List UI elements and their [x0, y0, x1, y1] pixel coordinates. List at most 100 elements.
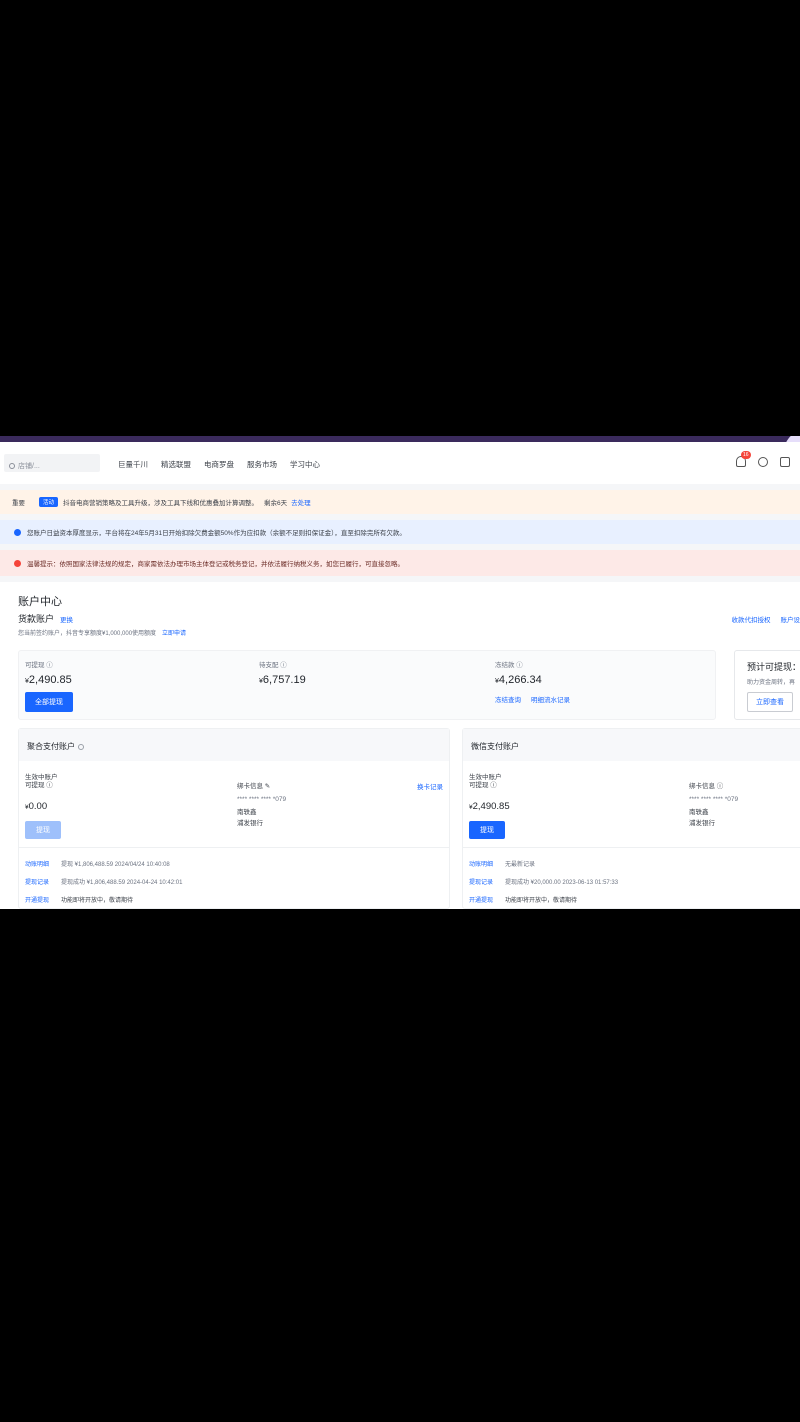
- withdrawable-value: 2,490.85: [28, 674, 72, 686]
- view-now-button[interactable]: 立即查看: [747, 692, 793, 712]
- record-value: 提现成功 ¥1,806,488.59 2024-04-24 10:42:01: [61, 879, 183, 886]
- auth-link[interactable]: 收款代扣授权: [732, 614, 771, 624]
- card-title[interactable]: 绑卡信息 ⓘ: [689, 781, 738, 792]
- warning-notice: 温馨提示：依照国家法律法规的规定，商家需依法办理市场主体登记或税务登记，并依法履…: [0, 550, 800, 576]
- flow-record-link[interactable]: 明细流水记录: [531, 694, 570, 704]
- search-input[interactable]: 店铺/...: [4, 454, 100, 472]
- balance-summary: 可提现 ⓘ ¥2,490.85 全部提现 待支配 ⓘ ¥6,757.19 冻结款…: [18, 650, 716, 720]
- account-body: 生效中账户 可提现 ⓘ ¥2,490.85 提现 绑卡信息 ⓘ **** ***…: [463, 761, 800, 847]
- account-header-title: 聚合支付账户: [27, 742, 75, 751]
- nav-item-learning[interactable]: 学习中心: [290, 459, 320, 470]
- apply-now-link[interactable]: 立即申请: [162, 628, 186, 637]
- withdrawable-balance: 可提现 ⓘ ¥2,490.85 全部提现: [25, 659, 73, 712]
- warning-notice-text: 温馨提示：依照国家法律法规的规定，商家需依法办理市场主体登记或税务登记，并依法履…: [27, 561, 404, 568]
- card-number: **** **** **** *079: [689, 796, 739, 803]
- info-notice: 您账户日益资本厚度显示，平台将在24年5月31日开始扣除欠费金额50%作为应扣款…: [0, 520, 800, 544]
- warning-icon: [14, 559, 21, 567]
- account-header: 微信支付账户: [463, 729, 800, 761]
- search-placeholder: 店铺/...: [18, 462, 40, 470]
- card-change-record-link[interactable]: 换卡记录: [417, 781, 443, 791]
- withdraw-button[interactable]: 提现: [469, 821, 505, 839]
- notice-tag: 活动: [39, 497, 59, 507]
- record-link[interactable]: 提现记录: [469, 877, 497, 886]
- page-title: 账户中心: [18, 596, 62, 608]
- card-holder: 南轶鑫: [237, 809, 257, 816]
- wechat-pay-account: 微信支付账户 生效中账户 可提现 ⓘ ¥2,490.85 提现 绑卡信息 ⓘ *…: [462, 728, 800, 909]
- list-item: 开通提现 功能即将开放中，敬请期待: [469, 890, 800, 908]
- notification-badge: 16: [741, 451, 751, 459]
- nav-item-market[interactable]: 服务市场: [247, 459, 277, 470]
- estimate-desc: 助力资金周转，再: [747, 680, 796, 686]
- pending-balance: 待支配 ⓘ ¥6,757.19: [259, 659, 306, 686]
- card-number: **** **** **** *079: [237, 796, 287, 803]
- account-type: 货款账户 更换: [18, 612, 73, 625]
- bank-card-info: 绑卡信息 ⓘ **** **** **** *079 南轶鑫 浦发银行: [689, 781, 738, 829]
- account-records: 动账明细 无最新记录 提现记录 提现成功 ¥20,000.00 2023-06-…: [463, 847, 800, 908]
- list-item: 提现记录 提现成功 ¥20,000.00 2023-06-13 01:57:33: [469, 872, 800, 890]
- download-icon[interactable]: [780, 456, 790, 467]
- account-center: 账户中心 货款账户 更换 您当前签约账户，抖音专享额度¥1,000,000使用额…: [0, 582, 800, 909]
- account-body: 生效中账户 可提现 ⓘ ¥0.00 提现 绑卡信息 ✎ **** **** **…: [19, 761, 449, 847]
- change-account-link[interactable]: 更换: [60, 614, 73, 624]
- withdraw-all-button[interactable]: 全部提现: [25, 692, 73, 712]
- nav-icons: 16: [736, 451, 790, 467]
- account-type-label: 货款账户: [18, 614, 55, 624]
- frozen-label: 冻结款 ⓘ: [495, 662, 523, 669]
- account-header-title: 微信支付账户: [471, 742, 519, 751]
- record-link[interactable]: 动账明细: [25, 859, 53, 868]
- info-notice-text: 您账户日益资本厚度显示，平台将在24年5月31日开始扣除欠费金额50%作为应扣款…: [27, 530, 406, 537]
- amount-value: 2,490.85: [472, 801, 510, 812]
- top-links: 收款代扣授权 账户设: [732, 614, 800, 624]
- nav-item-alliance[interactable]: 精选联盟: [161, 459, 191, 470]
- nav-item-qianchuan[interactable]: 巨量千川: [118, 459, 148, 470]
- record-link[interactable]: 开通提现: [469, 895, 497, 904]
- list-item: 动账明细 提现 ¥1,806,488.59 2024/04/24 10:40:0…: [25, 854, 449, 872]
- amount-value: 0.00: [28, 801, 48, 812]
- record-link[interactable]: 开通提现: [25, 895, 53, 904]
- search-icon: [9, 462, 15, 469]
- withdrawable-amount: ¥0.00: [25, 801, 47, 812]
- record-value: 提现成功 ¥20,000.00 2023-06-13 01:57:33: [505, 879, 619, 886]
- list-item: 开通提现 功能即将开放中，敬请期待: [25, 890, 449, 908]
- credit-note-text: 您当前签约账户，抖音专享额度¥1,000,000使用额度: [18, 631, 157, 637]
- nav-menu: 巨量千川 精选联盟 电商罗盘 服务市场 学习中心: [118, 459, 320, 470]
- frozen-query-link[interactable]: 冻结查询: [495, 694, 521, 704]
- list-item: 提现记录 提现成功 ¥1,806,488.59 2024-04-24 10:42…: [25, 872, 449, 890]
- notice-label: 重要: [12, 500, 25, 507]
- estimate-title: 预计可提现：: [747, 662, 800, 672]
- record-value: 功能即将开放中，敬请期待: [505, 897, 578, 904]
- withdrawable-label: 可提现 ⓘ: [469, 782, 497, 789]
- help-icon[interactable]: [78, 743, 84, 750]
- card-holder: 南轶鑫: [689, 809, 709, 816]
- card-bank: 浦发银行: [237, 820, 263, 827]
- frozen-value: 4,266.34: [498, 674, 542, 686]
- estimate-card: 预计可提现： 助力资金周转，再 立即查看: [734, 650, 800, 720]
- withdraw-button[interactable]: 提现: [25, 821, 61, 839]
- frozen-balance: 冻结款 ⓘ ¥4,266.34 冻结查询 明细流水记录: [495, 659, 570, 704]
- notice-text: 抖音电商营销策略及工具升级，涉及工具下线和优惠叠加计算调整。: [63, 500, 259, 507]
- record-value: 提现 ¥1,806,488.59 2024/04/24 10:40:08: [61, 861, 170, 868]
- credit-note: 您当前签约账户，抖音专享额度¥1,000,000使用额度 立即申请: [18, 628, 186, 637]
- notice-action-link[interactable]: 去处理: [291, 497, 311, 507]
- bell-icon[interactable]: 16: [736, 451, 751, 467]
- notice-remaining: 剩余6天: [264, 500, 288, 507]
- record-link[interactable]: 提现记录: [25, 877, 53, 886]
- info-icon: [14, 528, 21, 536]
- record-link[interactable]: 动账明细: [469, 859, 497, 868]
- card-bank: 浦发银行: [689, 820, 715, 827]
- card-title[interactable]: 绑卡信息 ✎: [237, 781, 286, 792]
- pending-label: 待支配 ⓘ: [259, 662, 287, 669]
- help-icon[interactable]: [758, 456, 768, 467]
- aggregate-pay-account: 聚合支付账户 生效中账户 可提现 ⓘ ¥0.00 提现 绑卡信息 ✎ **** …: [18, 728, 450, 909]
- account-settings-link[interactable]: 账户设: [781, 614, 800, 624]
- important-notice: 重要 活动 抖音电商营销策略及工具升级，涉及工具下线和优惠叠加计算调整。 剩余6…: [0, 490, 800, 514]
- withdrawable-label: 可提现 ⓘ: [25, 782, 53, 789]
- nav-item-compass[interactable]: 电商罗盘: [204, 459, 234, 470]
- account-header: 聚合支付账户: [19, 729, 449, 761]
- pending-value: 6,757.19: [262, 674, 306, 686]
- top-nav: 店铺/... 巨量千川 精选联盟 电商罗盘 服务市场 学习中心 16: [0, 442, 800, 484]
- withdrawable-label: 可提现 ⓘ: [25, 662, 53, 669]
- bank-card-info: 绑卡信息 ✎ **** **** **** *079 南轶鑫 浦发银行: [237, 781, 286, 829]
- record-value: 无最新记录: [505, 861, 536, 868]
- list-item: 动账明细 无最新记录: [469, 854, 800, 872]
